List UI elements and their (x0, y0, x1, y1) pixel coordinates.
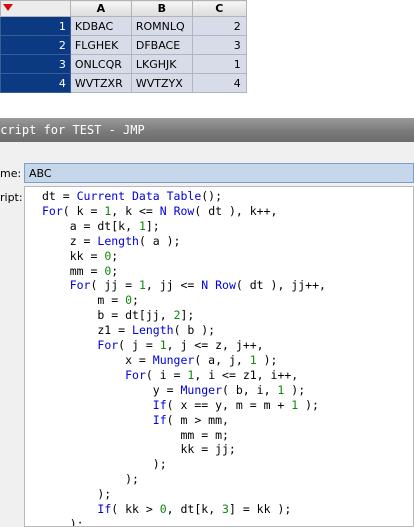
code-line: a = dt[k, 1]; (42, 218, 160, 233)
table-cell[interactable]: LKGHJK (130, 54, 193, 74)
name-label: me: (0, 167, 22, 180)
code-line: For( jj = 1, jj <= N Row( dt ), jj++, (69, 278, 326, 293)
code-line: mm = 0; (42, 263, 119, 278)
code-line: For( k = 1, k <= N Row( dt ), k++, (42, 203, 278, 218)
window-title: Script for TEST - JMP (0, 123, 145, 137)
code-line: b = dt[jj, 2]; (42, 308, 195, 323)
code-line: If( m > mm, (152, 412, 229, 427)
code-line: If( x == y, m = m + 1 ); (152, 397, 319, 412)
table-row: 3 ONLCQR LKGHJK 1 (0, 54, 414, 74)
code-line: ); (42, 472, 139, 487)
code-line: For( i = 1, i <= z1, i++, (125, 367, 299, 382)
code-line: For( j = 1, j <= z, j++, (97, 338, 264, 353)
row-number[interactable]: 1 (0, 16, 71, 36)
script-window-titlebar[interactable]: Script for TEST - JMP (0, 118, 414, 142)
table-row: 1 KDBAC ROMNLQ 2 (0, 16, 414, 36)
script-code: dt = Current Data Table(); For( k = 1, k… (25, 187, 413, 527)
code-line: ); (42, 516, 84, 527)
table-cell[interactable]: WVTZXR (69, 73, 132, 93)
empty-area (245, 0, 414, 17)
code-line: kk = 0; (42, 248, 119, 263)
table-cell[interactable]: 3 (191, 35, 247, 55)
table-cell[interactable]: 1 (191, 54, 247, 74)
table-cell[interactable]: ONLCQR (69, 54, 132, 74)
code-line: z1 = Length( b ); (42, 323, 216, 338)
corner-menu-icon[interactable] (3, 4, 13, 11)
code-line: x = Munger( a, j, 1 ); (42, 352, 278, 367)
script-label: ript: (0, 191, 23, 204)
row-number[interactable]: 4 (0, 73, 71, 93)
table-cell[interactable]: 2 (191, 16, 247, 36)
table-cell[interactable]: 4 (191, 73, 247, 93)
table-cell[interactable]: ROMNLQ (130, 16, 193, 36)
table-cell[interactable]: WVTZYX (130, 73, 193, 93)
code-line: y = Munger( b, i, 1 ); (42, 382, 306, 397)
code-line: dt = Current Data Table(); (42, 189, 223, 203)
row-number[interactable]: 2 (0, 35, 71, 55)
data-table: A B C 1 KDBAC ROMNLQ 2 2 FLGHEK DFBACE 3… (0, 0, 414, 118)
table-row: 2 FLGHEK DFBACE 3 (0, 35, 414, 55)
column-header-row: A B C (0, 0, 414, 17)
code-line: mm = m; (42, 427, 229, 442)
column-header-a[interactable]: A (69, 0, 132, 17)
table-cell[interactable]: KDBAC (69, 16, 132, 36)
empty-area (245, 54, 414, 74)
code-line: z = Length( a ); (42, 233, 181, 248)
row-number[interactable]: 3 (0, 54, 71, 74)
table-cell[interactable]: FLGHEK (69, 35, 132, 55)
code-line: ); (42, 457, 167, 472)
script-editor[interactable]: dt = Current Data Table(); For( k = 1, k… (24, 186, 414, 527)
column-header-c[interactable]: C (191, 0, 247, 17)
table-cell[interactable]: DFBACE (130, 35, 193, 55)
name-field[interactable]: ABC (24, 163, 414, 183)
code-line: kk = jj; (42, 442, 236, 457)
table-row: 4 WVTZXR WVTZYX 4 (0, 73, 414, 93)
data-grid: A B C 1 KDBAC ROMNLQ 2 2 FLGHEK DFBACE 3… (0, 0, 414, 93)
code-line: m = 0; (42, 293, 139, 308)
empty-area (245, 73, 414, 93)
empty-area (245, 35, 414, 55)
code-line: If( kk > 0, dt[k, 3] = kk ); (97, 502, 292, 517)
script-window-body: me: ABC ript: dt = Current Data Table();… (0, 142, 414, 527)
table-corner[interactable] (0, 0, 71, 17)
column-header-b[interactable]: B (130, 0, 193, 17)
empty-area (245, 16, 414, 36)
code-line: ); (42, 487, 112, 502)
